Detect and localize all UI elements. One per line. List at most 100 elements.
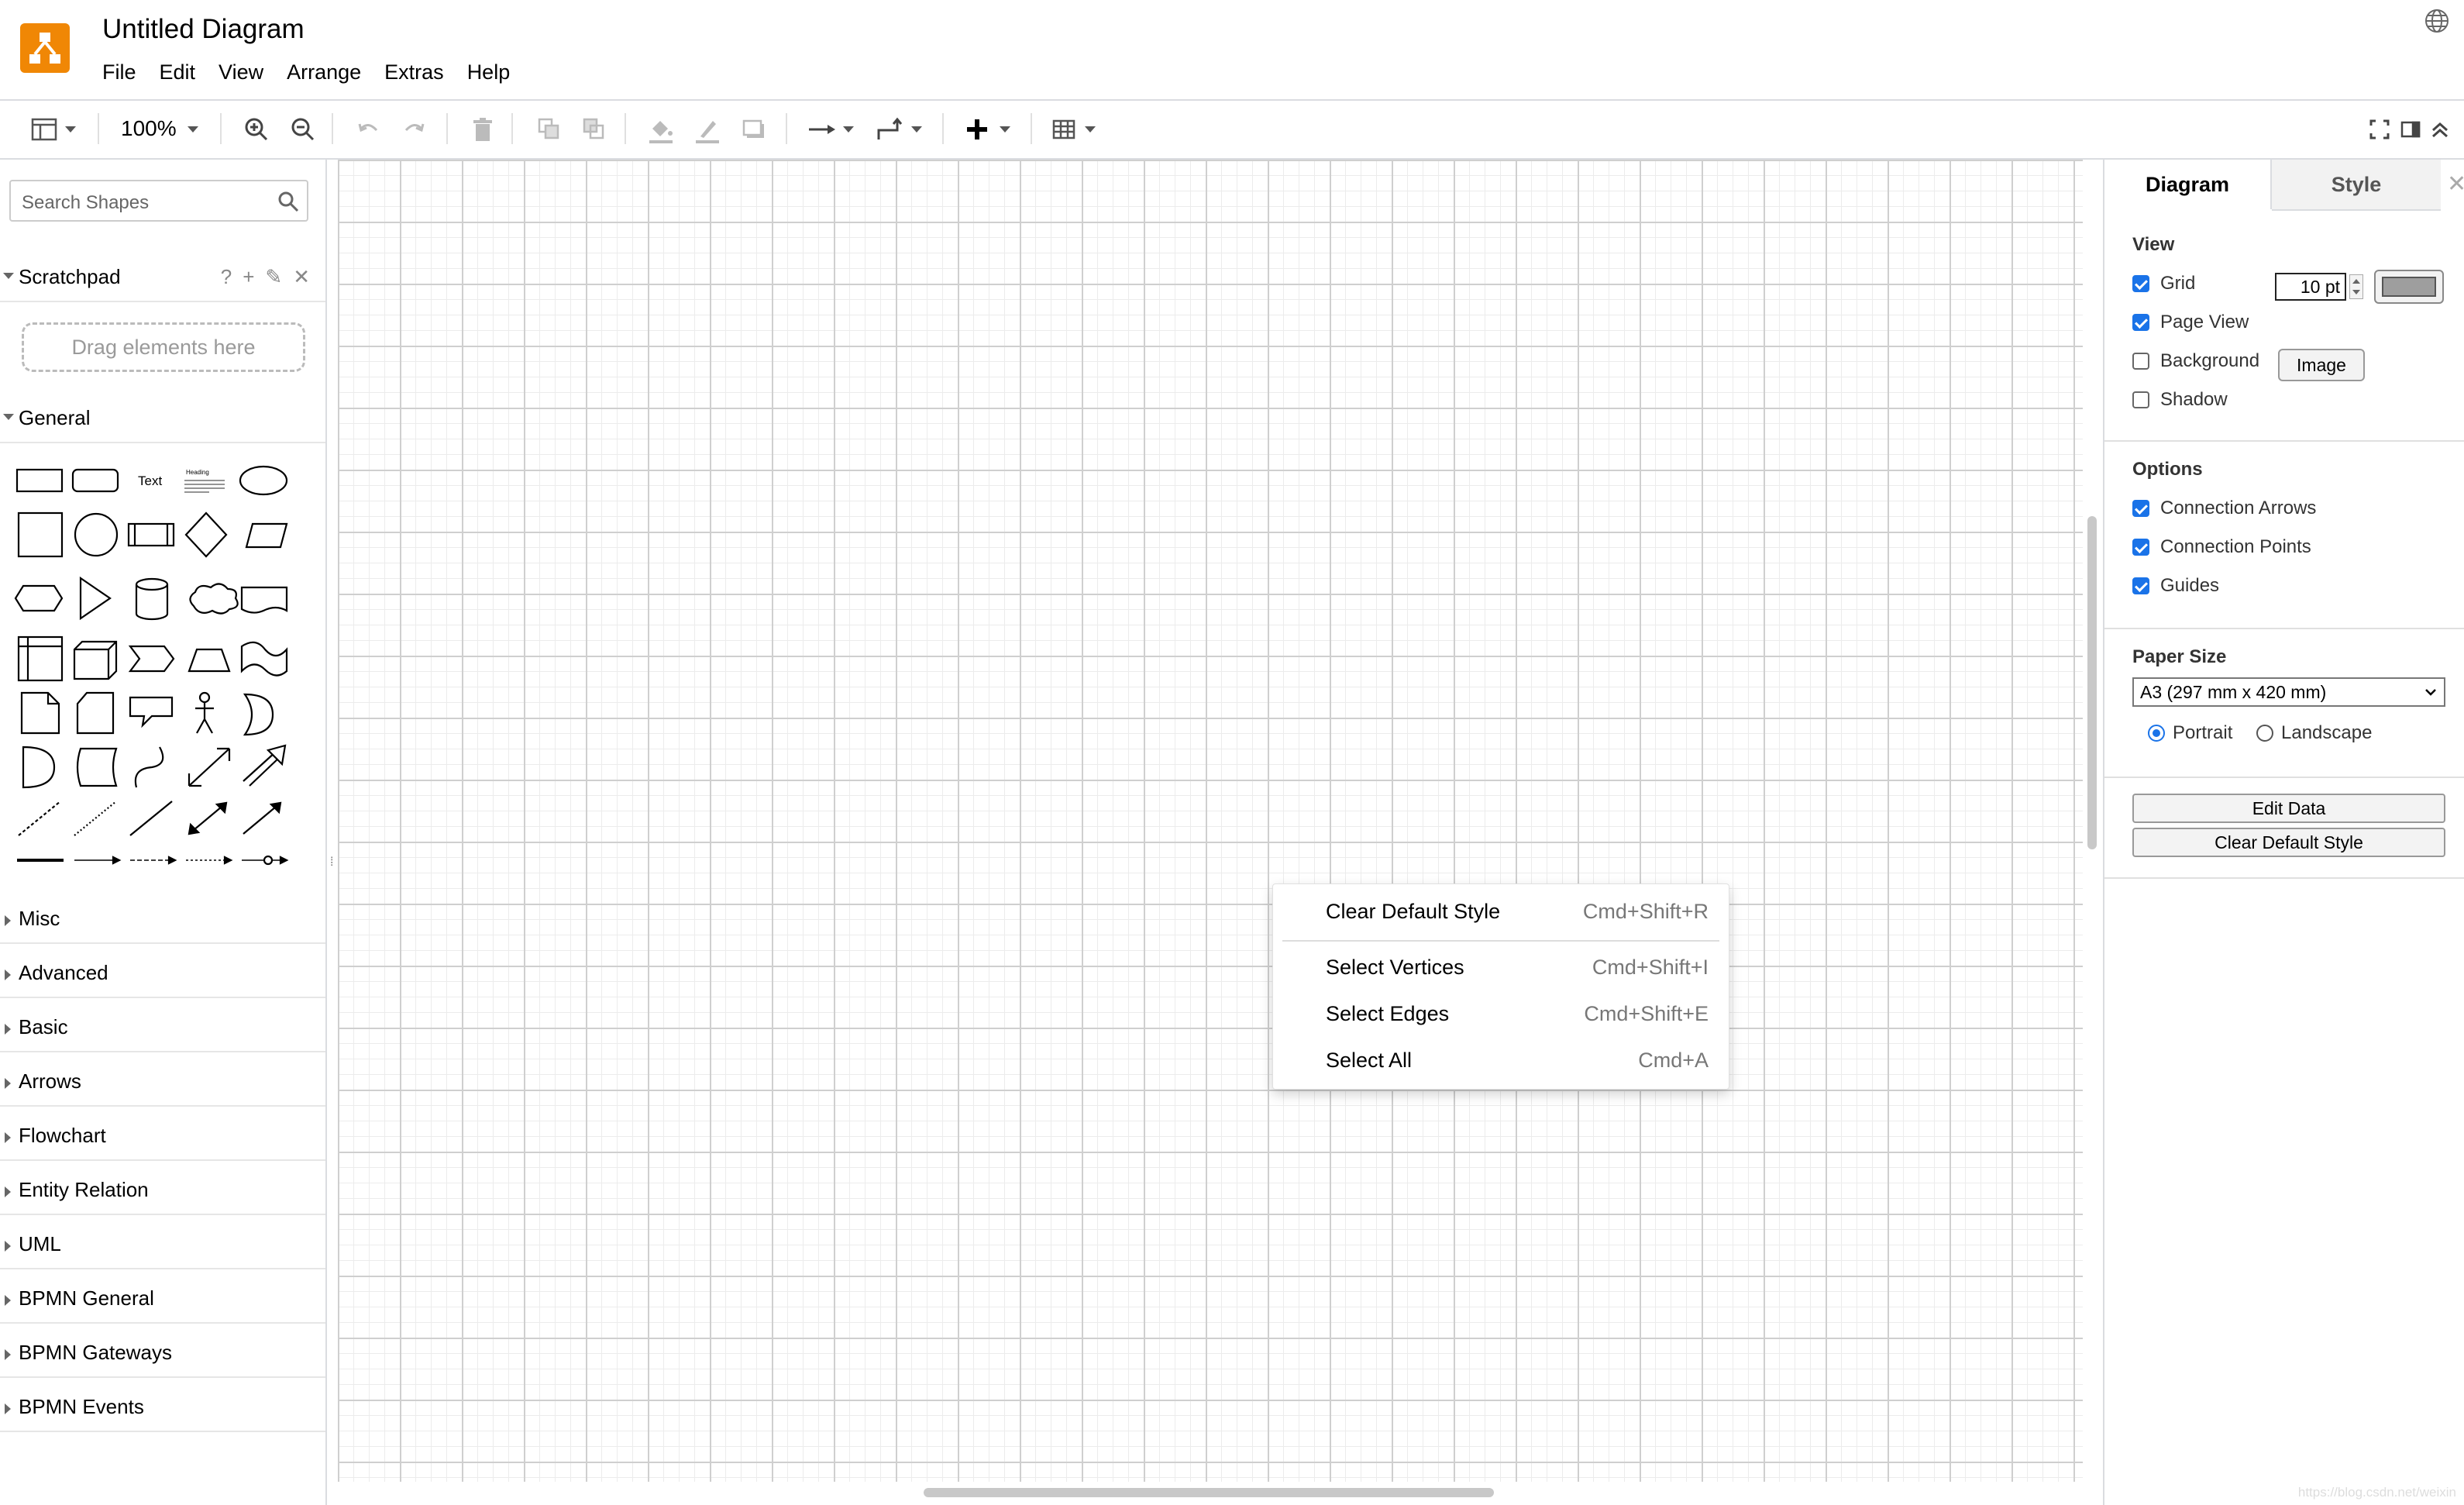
sidebar-section-basic[interactable]: Basic [0, 1000, 325, 1052]
help-icon[interactable]: ? [221, 265, 232, 289]
tape-shape[interactable] [240, 641, 288, 677]
menu-item-select-all[interactable]: Select All Cmd+A [1273, 1039, 1729, 1084]
vertical-scrollbar[interactable] [2087, 516, 2097, 849]
horizontal-scrollbar[interactable] [924, 1488, 1494, 1497]
sidebar-section-bpmn-general[interactable]: BPMN General [0, 1271, 325, 1324]
rectangle-shape[interactable] [15, 468, 64, 493]
to-back-icon[interactable] [580, 115, 609, 144]
connection-points-option[interactable]: Connection Points [2132, 536, 2311, 558]
callout-shape[interactable] [129, 696, 174, 728]
dashed-line-shape[interactable] [18, 801, 61, 836]
zoom-in-icon[interactable] [242, 115, 271, 144]
page-view-option[interactable]: Page View [2132, 312, 2249, 333]
format-panel-caret-icon[interactable] [65, 126, 76, 133]
menu-extras[interactable]: Extras [384, 60, 444, 84]
hexagon-shape[interactable] [14, 584, 64, 612]
connection-arrows-option[interactable]: Connection Arrows [2132, 498, 2316, 519]
sidebar-section-arrows[interactable]: Arrows [0, 1054, 325, 1107]
menu-item-select-vertices[interactable]: Select Vertices Cmd+Shift+I [1273, 946, 1729, 991]
zoom-level[interactable]: 100% [121, 116, 177, 141]
edit-data-button[interactable]: Edit Data [2132, 794, 2445, 823]
sidebar-section-uml[interactable]: UML [0, 1217, 325, 1269]
waypoints-icon[interactable] [876, 115, 905, 144]
cloud-shape[interactable] [189, 583, 239, 615]
scratchpad-dropzone[interactable]: Drag elements here [22, 322, 305, 372]
diagram-canvas[interactable] [338, 160, 2083, 1482]
search-shapes-input[interactable]: Search Shapes [9, 180, 308, 222]
delete-icon[interactable] [468, 115, 497, 144]
menu-item-clear-default-style[interactable]: Clear Default Style Cmd+Shift+R [1273, 890, 1729, 935]
text-shape[interactable]: Text [138, 474, 162, 488]
fill-color-icon[interactable] [646, 115, 676, 144]
line-color-icon[interactable] [693, 115, 722, 144]
zoom-caret-icon[interactable] [188, 126, 198, 133]
bidirectional-arrow-shape[interactable] [188, 747, 231, 787]
tab-diagram[interactable]: Diagram [2104, 160, 2272, 209]
arrow-shape[interactable] [243, 744, 287, 787]
menu-edit[interactable]: Edit [160, 60, 196, 84]
document-shape[interactable] [240, 586, 288, 614]
table-icon[interactable] [1049, 115, 1079, 144]
undo-icon[interactable] [353, 115, 383, 144]
fullscreen-icon[interactable] [2365, 115, 2394, 144]
grid-size-input[interactable]: 10 pt [2275, 273, 2346, 301]
edit-pencil-icon[interactable]: ✎ [265, 265, 282, 289]
landscape-option[interactable]: Landscape [2256, 722, 2372, 744]
general-header[interactable]: General [0, 391, 325, 443]
sidebar-section-bpmn-gateways[interactable]: BPMN Gateways [0, 1325, 325, 1378]
format-toggle-icon[interactable] [2396, 115, 2425, 144]
menu-arrange[interactable]: Arrange [287, 60, 361, 84]
actor-shape[interactable] [195, 691, 214, 734]
insert-caret-icon[interactable] [1000, 126, 1010, 133]
sidebar-section-advanced[interactable]: Advanced [0, 945, 325, 998]
grid-size-spinner-icon[interactable] [2349, 274, 2363, 299]
menu-file[interactable]: File [102, 60, 136, 84]
clear-default-style-button[interactable]: Clear Default Style [2132, 828, 2445, 857]
collapse-icon[interactable] [2425, 115, 2455, 144]
delay-shape[interactable] [22, 746, 56, 789]
line-shape[interactable] [129, 801, 173, 836]
rounded-rectangle-shape[interactable] [71, 468, 119, 493]
search-icon[interactable] [277, 191, 299, 212]
waypoints-caret-icon[interactable] [911, 126, 922, 133]
diamond-shape[interactable] [184, 511, 228, 558]
sidebar-section-flowchart[interactable]: Flowchart [0, 1108, 325, 1161]
cube-shape[interactable] [73, 640, 118, 680]
insert-plus-icon[interactable] [962, 115, 992, 144]
language-globe-icon[interactable] [2424, 8, 2450, 34]
connection-arrow-icon[interactable] [807, 115, 837, 144]
circle-shape[interactable] [74, 512, 119, 557]
format-panel-icon[interactable] [29, 115, 59, 144]
background-option[interactable]: Background [2132, 350, 2259, 372]
association-connector-shape[interactable] [242, 855, 289, 866]
cylinder-shape[interactable] [135, 577, 169, 621]
table-caret-icon[interactable] [1085, 126, 1096, 133]
grid-checkbox[interactable] [2132, 275, 2149, 292]
textbox-shape[interactable]: Heading [184, 469, 225, 493]
redo-icon[interactable] [400, 115, 429, 144]
portrait-option[interactable]: Portrait [2148, 722, 2232, 744]
connection-points-checkbox[interactable] [2132, 539, 2149, 556]
menu-view[interactable]: View [219, 60, 263, 84]
sidebar-section-misc[interactable]: Misc [0, 891, 325, 944]
directional-connector-shape[interactable] [243, 801, 282, 835]
add-icon[interactable]: + [243, 265, 254, 289]
triangle-shape[interactable] [79, 576, 112, 621]
process-shape[interactable] [127, 522, 175, 547]
bidirectional-connector-shape[interactable] [188, 801, 228, 835]
parallelogram-shape[interactable] [245, 522, 288, 549]
to-front-icon[interactable] [535, 115, 564, 144]
diagram-title[interactable]: Untitled Diagram [102, 14, 305, 45]
scratchpad-header[interactable]: Scratchpad ? + ✎ ✕ [0, 250, 325, 302]
sidebar-section-entity-relation[interactable]: Entity Relation [0, 1162, 325, 1215]
ellipse-shape[interactable] [239, 465, 288, 496]
data-storage-shape[interactable] [76, 747, 118, 787]
tab-style[interactable]: Style [2272, 160, 2441, 211]
connector-arrow-shape[interactable] [74, 856, 122, 865]
card-shape[interactable] [76, 691, 115, 735]
dotted-connector-shape[interactable] [186, 856, 233, 865]
dotted-line-shape[interactable] [74, 801, 117, 836]
dashed-connector-shape[interactable] [130, 856, 177, 865]
background-checkbox[interactable] [2132, 353, 2149, 370]
curve-shape[interactable] [134, 746, 164, 788]
